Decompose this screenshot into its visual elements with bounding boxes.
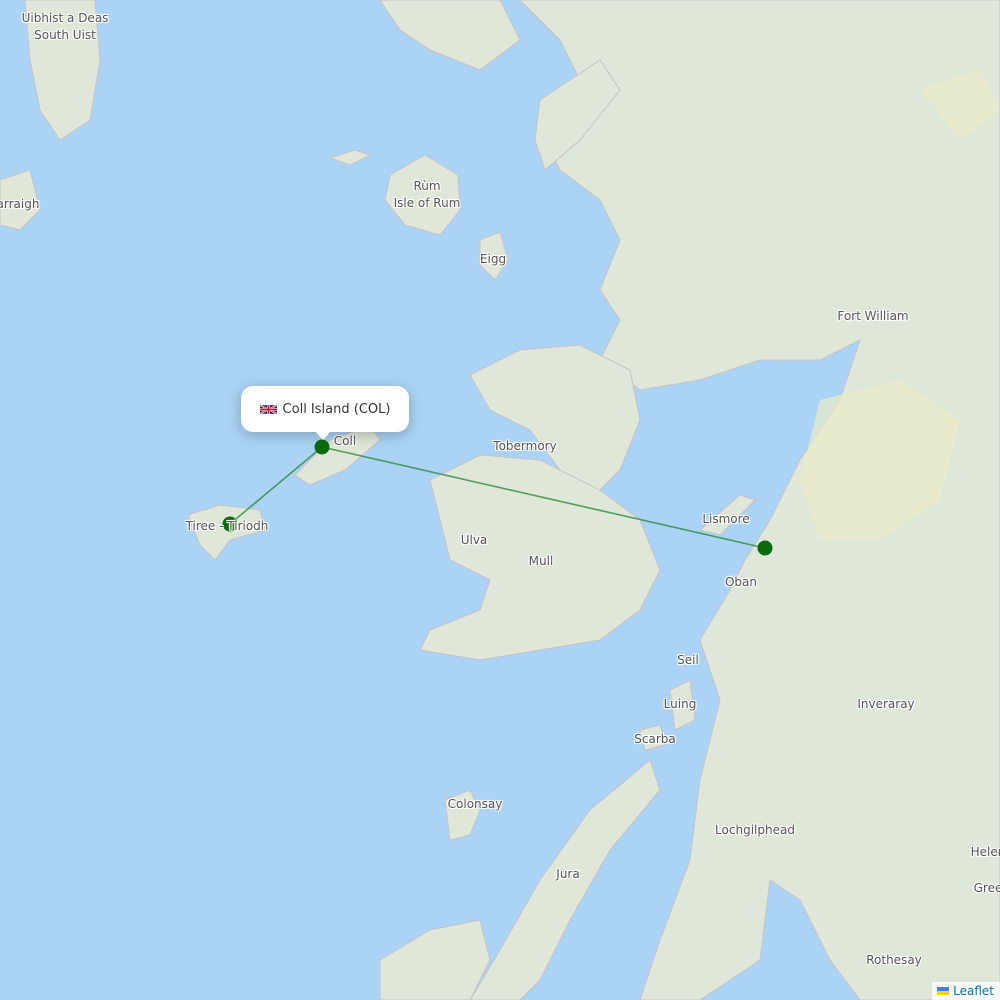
airport-marker-coll [314,439,330,455]
place-label: Rùm [413,179,441,193]
place-label: Gree [973,881,1000,895]
place-label: Jura [556,867,580,881]
place-label: Lismore [702,512,750,526]
ukraine-flag-icon [937,987,950,995]
place-label: Oban [724,575,758,589]
place-label: Luing [663,697,697,711]
place-label: Tobermory [493,439,557,453]
place-label: Rothesay [866,953,922,967]
place-label: Fort William [837,309,909,323]
place-label: Tiree - Tiriodh [185,519,269,533]
airport-popup[interactable]: Coll Island (COL) [241,386,409,432]
place-label: Uibhist a Deas [21,11,109,25]
uk-flag-icon [259,403,277,415]
place-label: Lochgilphead [715,823,795,837]
place-label: Colonsay [447,797,503,811]
place-label: Eigg [479,252,507,266]
leaflet-link[interactable]: Leaflet [953,984,994,998]
airport-marker-oban [757,540,773,556]
place-label: Isle of Rum [393,196,461,210]
place-label: Ulva [460,533,488,547]
place-label: Mull [528,554,554,568]
map-canvas[interactable] [0,0,1000,1000]
place-label: Inveraray [857,697,915,711]
place-label: South Uist [34,28,96,42]
place-label: arraigh [0,197,40,211]
popup-title: Coll Island (COL) [282,401,391,417]
popup-tip [315,431,331,440]
place-label: Coll [333,434,357,448]
place-label: Helen [970,845,1000,859]
place-label: Scarba [634,732,676,746]
map-attribution: Leaflet [932,982,1000,1000]
place-label: Seil [677,653,699,667]
